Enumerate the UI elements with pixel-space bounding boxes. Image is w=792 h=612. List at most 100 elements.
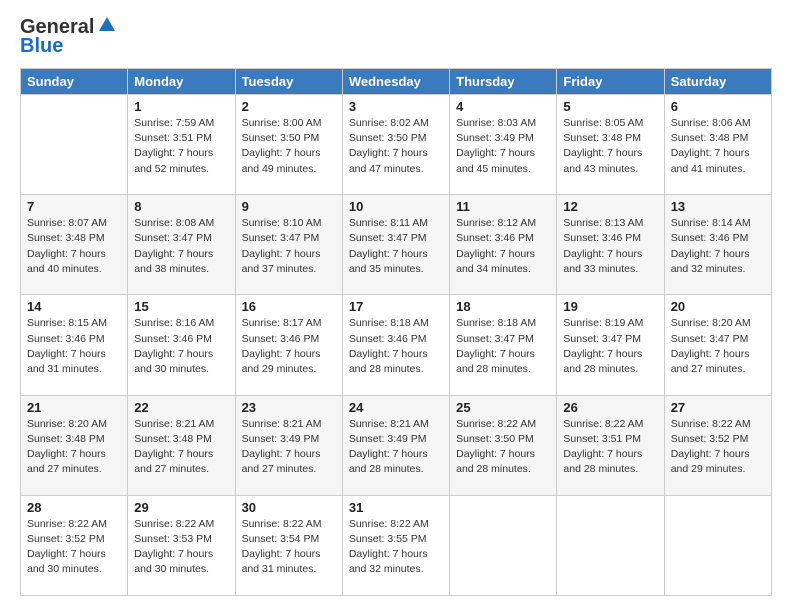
day-number: 6 [671,99,765,114]
day-info: Sunrise: 8:22 AM Sunset: 3:50 PM Dayligh… [456,417,550,478]
calendar-cell: 17 Sunrise: 8:18 AM Sunset: 3:46 PM Dayli… [342,295,449,395]
calendar-cell: 20 Sunrise: 8:20 AM Sunset: 3:47 PM Dayli… [664,295,771,395]
day-number: 19 [563,299,657,314]
day-number: 15 [134,299,228,314]
day-number: 2 [242,99,336,114]
day-info: Sunrise: 8:14 AM Sunset: 3:46 PM Dayligh… [671,216,765,277]
day-info: Sunrise: 8:21 AM Sunset: 3:48 PM Dayligh… [134,417,228,478]
calendar-week-row: 1 Sunrise: 7:59 AM Sunset: 3:51 PM Daylig… [21,95,772,195]
calendar-cell: 31Sunrise: 8:22 AM Sunset: 3:55 PM Dayli… [342,495,449,595]
day-number: 3 [349,99,443,114]
logo-icon [97,15,117,35]
calendar-cell: 1 Sunrise: 7:59 AM Sunset: 3:51 PM Daylig… [128,95,235,195]
day-number: 25 [456,400,550,415]
calendar-cell: 28 Sunrise: 8:22 AM Sunset: 3:52 PM Dayli… [21,495,128,595]
calendar-day-header: Saturday [664,69,771,95]
calendar-cell: 6 Sunrise: 8:06 AM Sunset: 3:48 PM Daylig… [664,95,771,195]
day-info: Sunrise: 8:10 AM Sunset: 3:47 PM Dayligh… [242,216,336,277]
day-info: Sunrise: 8:18 AM Sunset: 3:46 PM Dayligh… [349,316,443,377]
calendar-cell: 9Sunrise: 8:10 AM Sunset: 3:47 PM Daylig… [235,195,342,295]
day-number: 16 [242,299,336,314]
day-info: Sunrise: 8:22 AM Sunset: 3:53 PM Dayligh… [134,517,228,578]
day-number: 7 [27,199,121,214]
calendar-cell: 12Sunrise: 8:13 AM Sunset: 3:46 PM Dayli… [557,195,664,295]
day-number: 11 [456,199,550,214]
day-info: Sunrise: 8:22 AM Sunset: 3:51 PM Dayligh… [563,417,657,478]
day-info: Sunrise: 8:20 AM Sunset: 3:47 PM Dayligh… [671,316,765,377]
day-number: 22 [134,400,228,415]
day-info: Sunrise: 8:06 AM Sunset: 3:48 PM Dayligh… [671,116,765,177]
day-info: Sunrise: 8:13 AM Sunset: 3:46 PM Dayligh… [563,216,657,277]
day-number: 29 [134,500,228,515]
day-number: 27 [671,400,765,415]
calendar-cell [21,95,128,195]
logo-blue: Blue [20,35,63,58]
day-info: Sunrise: 8:08 AM Sunset: 3:47 PM Dayligh… [134,216,228,277]
calendar-cell: 3 Sunrise: 8:02 AM Sunset: 3:50 PM Daylig… [342,95,449,195]
calendar-cell: 15 Sunrise: 8:16 AM Sunset: 3:46 PM Dayli… [128,295,235,395]
day-info: Sunrise: 8:02 AM Sunset: 3:50 PM Dayligh… [349,116,443,177]
day-number: 14 [27,299,121,314]
day-number: 8 [134,199,228,214]
day-number: 18 [456,299,550,314]
calendar-day-header: Wednesday [342,69,449,95]
day-number: 17 [349,299,443,314]
day-number: 10 [349,199,443,214]
calendar-cell: 4 Sunrise: 8:03 AM Sunset: 3:49 PM Daylig… [450,95,557,195]
day-info: Sunrise: 8:05 AM Sunset: 3:48 PM Dayligh… [563,116,657,177]
calendar-cell: 22 Sunrise: 8:21 AM Sunset: 3:48 PM Dayli… [128,395,235,495]
day-info: Sunrise: 8:17 AM Sunset: 3:46 PM Dayligh… [242,316,336,377]
day-number: 26 [563,400,657,415]
day-info: Sunrise: 8:21 AM Sunset: 3:49 PM Dayligh… [242,417,336,478]
calendar-day-header: Friday [557,69,664,95]
day-info: Sunrise: 8:22 AM Sunset: 3:55 PM Dayligh… [349,517,443,578]
day-number: 28 [27,500,121,515]
calendar-cell: 23 Sunrise: 8:21 AM Sunset: 3:49 PM Dayli… [235,395,342,495]
calendar-cell: 7Sunrise: 8:07 AM Sunset: 3:48 PM Daylig… [21,195,128,295]
day-number: 24 [349,400,443,415]
calendar-cell: 5Sunrise: 8:05 AM Sunset: 3:48 PM Daylig… [557,95,664,195]
calendar-cell: 8 Sunrise: 8:08 AM Sunset: 3:47 PM Daylig… [128,195,235,295]
day-info: Sunrise: 8:16 AM Sunset: 3:46 PM Dayligh… [134,316,228,377]
day-info: Sunrise: 8:03 AM Sunset: 3:49 PM Dayligh… [456,116,550,177]
day-info: Sunrise: 8:22 AM Sunset: 3:54 PM Dayligh… [242,517,336,578]
day-info: Sunrise: 8:00 AM Sunset: 3:50 PM Dayligh… [242,116,336,177]
day-info: Sunrise: 8:15 AM Sunset: 3:46 PM Dayligh… [27,316,121,377]
day-info: Sunrise: 8:20 AM Sunset: 3:48 PM Dayligh… [27,417,121,478]
day-info: Sunrise: 8:19 AM Sunset: 3:47 PM Dayligh… [563,316,657,377]
calendar-cell: 21 Sunrise: 8:20 AM Sunset: 3:48 PM Dayli… [21,395,128,495]
calendar-cell: 30Sunrise: 8:22 AM Sunset: 3:54 PM Dayli… [235,495,342,595]
calendar-cell: 11 Sunrise: 8:12 AM Sunset: 3:46 PM Dayli… [450,195,557,295]
calendar-day-header: Thursday [450,69,557,95]
calendar-cell: 10 Sunrise: 8:11 AM Sunset: 3:47 PM Dayli… [342,195,449,295]
day-info: Sunrise: 8:22 AM Sunset: 3:52 PM Dayligh… [671,417,765,478]
day-number: 4 [456,99,550,114]
day-info: Sunrise: 8:22 AM Sunset: 3:52 PM Dayligh… [27,517,121,578]
calendar-week-row: 21 Sunrise: 8:20 AM Sunset: 3:48 PM Dayli… [21,395,772,495]
calendar-week-row: 7Sunrise: 8:07 AM Sunset: 3:48 PM Daylig… [21,195,772,295]
day-number: 13 [671,199,765,214]
day-number: 23 [242,400,336,415]
calendar-cell [450,495,557,595]
calendar-week-row: 14 Sunrise: 8:15 AM Sunset: 3:46 PM Dayli… [21,295,772,395]
calendar-cell: 24Sunrise: 8:21 AM Sunset: 3:49 PM Dayli… [342,395,449,495]
day-info: Sunrise: 7:59 AM Sunset: 3:51 PM Dayligh… [134,116,228,177]
calendar-table: SundayMondayTuesdayWednesdayThursdayFrid… [20,68,772,596]
calendar-cell: 18 Sunrise: 8:18 AM Sunset: 3:47 PM Dayli… [450,295,557,395]
day-number: 21 [27,400,121,415]
day-info: Sunrise: 8:18 AM Sunset: 3:47 PM Dayligh… [456,316,550,377]
day-number: 20 [671,299,765,314]
calendar-cell: 13 Sunrise: 8:14 AM Sunset: 3:46 PM Dayli… [664,195,771,295]
day-number: 1 [134,99,228,114]
calendar-cell: 29 Sunrise: 8:22 AM Sunset: 3:53 PM Dayli… [128,495,235,595]
calendar-cell [664,495,771,595]
calendar-header-row: SundayMondayTuesdayWednesdayThursdayFrid… [21,69,772,95]
calendar-cell: 27 Sunrise: 8:22 AM Sunset: 3:52 PM Dayli… [664,395,771,495]
day-info: Sunrise: 8:11 AM Sunset: 3:47 PM Dayligh… [349,216,443,277]
calendar-cell: 14 Sunrise: 8:15 AM Sunset: 3:46 PM Dayli… [21,295,128,395]
logo: General Blue [20,16,117,58]
day-info: Sunrise: 8:12 AM Sunset: 3:46 PM Dayligh… [456,216,550,277]
header: General Blue [20,16,772,58]
calendar-cell: 26 Sunrise: 8:22 AM Sunset: 3:51 PM Dayli… [557,395,664,495]
calendar-day-header: Tuesday [235,69,342,95]
